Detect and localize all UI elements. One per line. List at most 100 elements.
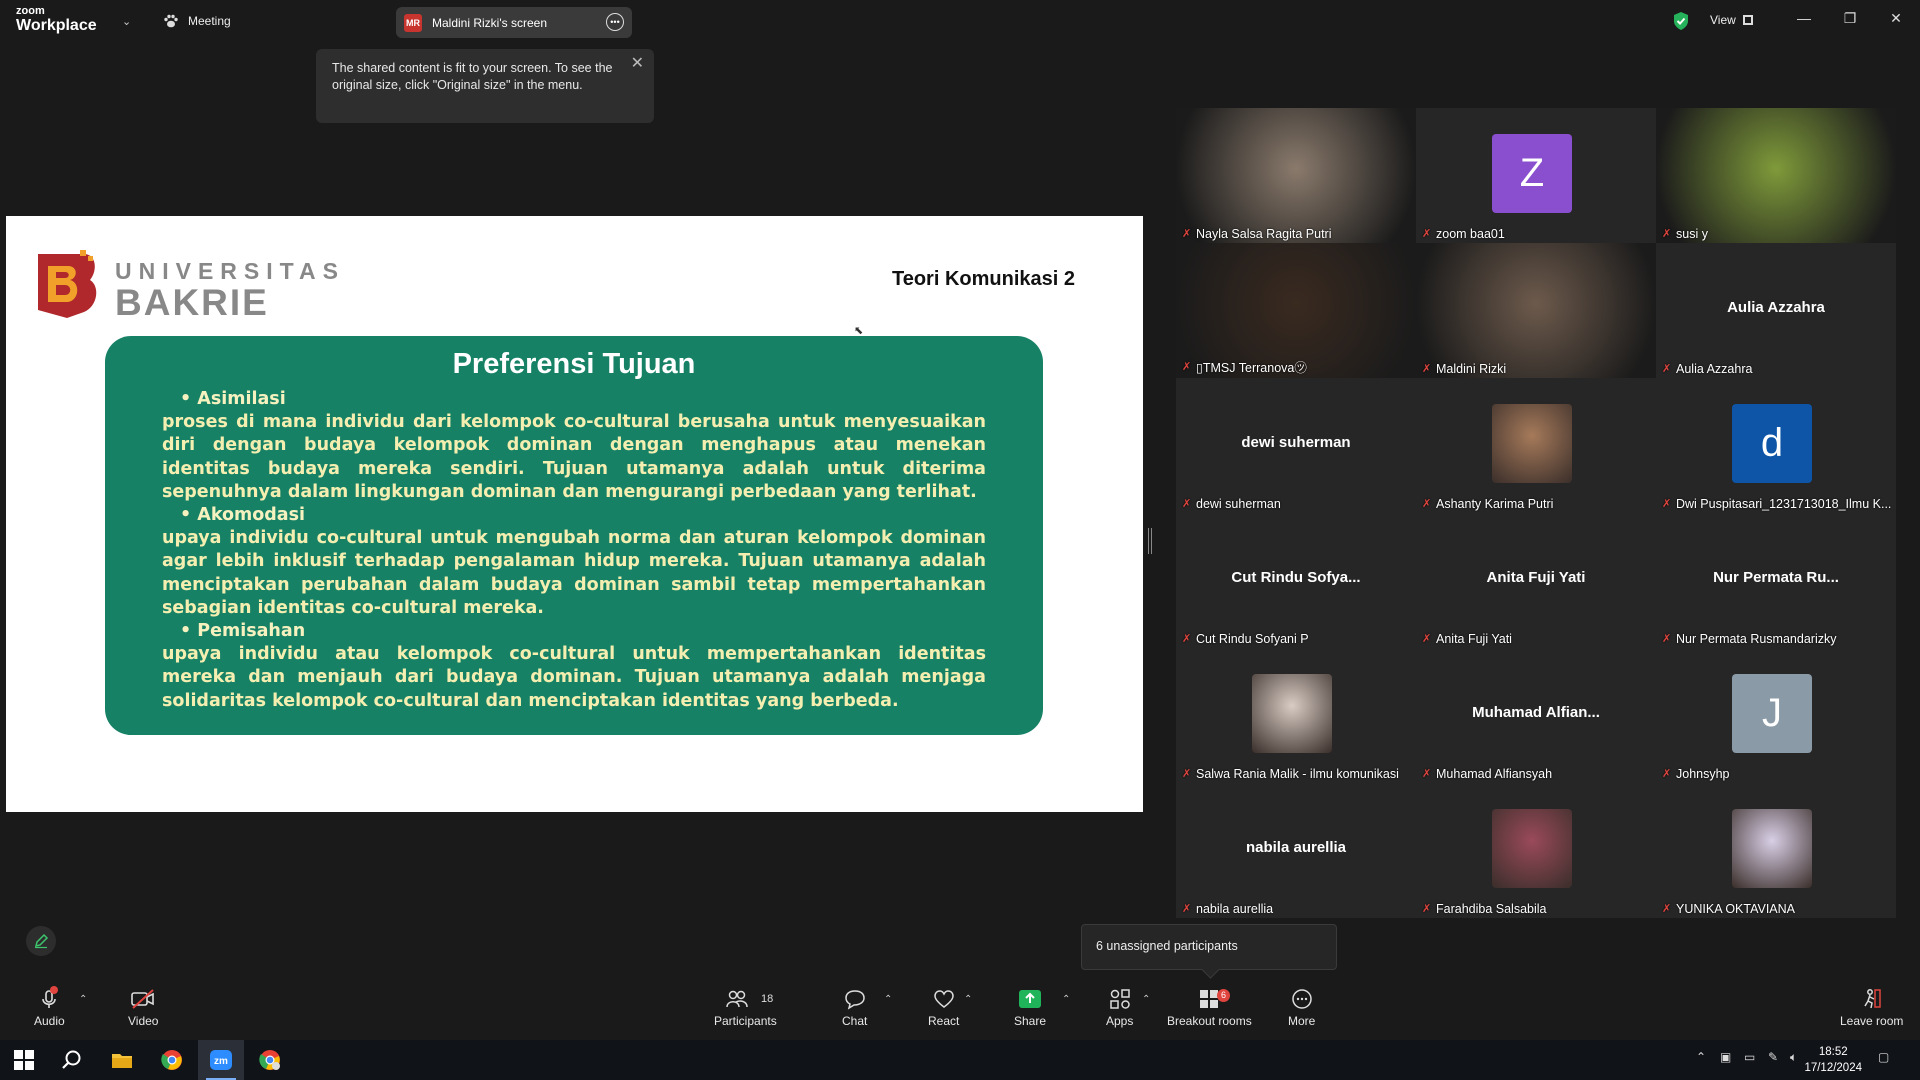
muted-mic-icon: ✗	[1422, 498, 1432, 510]
grid-view-icon	[1742, 15, 1753, 25]
participant-tile[interactable]: Cut Rindu Sofya... ✗ Cut Rindu Sofyani P	[1176, 513, 1416, 648]
meeting-label: Meeting	[188, 14, 231, 28]
brand-bottom-text: Workplace	[16, 17, 97, 34]
heart-icon	[933, 990, 954, 1008]
participant-name-tag: ✗ susi y	[1662, 227, 1708, 241]
restore-icon[interactable]: ❐	[1840, 10, 1860, 27]
participant-tile[interactable]: ✗ Farahdiba Salsabila	[1416, 783, 1656, 918]
security-shield-icon[interactable]	[1672, 11, 1690, 31]
participant-name: Dwi Puspitasari_1231713018_Ilmu K...	[1676, 497, 1892, 511]
react-label: React	[928, 1014, 960, 1028]
participant-tile[interactable]: Anita Fuji Yati ✗ Anita Fuji Yati	[1416, 513, 1656, 648]
chevron-down-icon[interactable]: ⌄	[122, 15, 131, 28]
breakout-badge: 6	[1217, 989, 1230, 1002]
close-icon[interactable]: ✕	[631, 55, 644, 72]
participant-tile[interactable]: ✗ YUNIKA OKTAVIANA	[1656, 783, 1896, 918]
participant-tile[interactable]: ✗ susi y	[1656, 108, 1896, 243]
volume-icon[interactable]: 🔈︎	[1790, 1050, 1797, 1065]
react-options-caret[interactable]: ⌃	[964, 994, 972, 1005]
participant-tile[interactable]: ✗ Ashanty Karima Putri	[1416, 378, 1656, 513]
participant-tile[interactable]: ✗ Nayla Salsa Ragita Putri	[1176, 108, 1416, 243]
participant-display-name: Cut Rindu Sofya...	[1231, 569, 1361, 586]
react-button[interactable]: React	[928, 988, 959, 1028]
initial-avatar: d	[1732, 404, 1812, 483]
participant-name-tag: ✗ Dwi Puspitasari_1231713018_Ilmu K...	[1662, 497, 1891, 511]
more-button[interactable]: More	[1288, 988, 1315, 1028]
section-title: • Asimilasi	[180, 389, 286, 409]
participant-tile[interactable]: Aulia Azzahra ✗ Aulia Azzahra	[1656, 243, 1896, 378]
meeting-info-button[interactable]: Meeting	[162, 12, 231, 30]
participant-tile[interactable]: J ✗ Johnsyhp	[1656, 648, 1896, 783]
share-screen-icon	[1019, 990, 1042, 1008]
participant-name: Nur Permata Rusmandarizky	[1676, 632, 1837, 646]
annotate-pencil-icon[interactable]	[26, 926, 56, 956]
participant-name-tag: ✗ Cut Rindu Sofyani P	[1182, 632, 1309, 646]
audio-button[interactable]: Audio	[34, 988, 65, 1028]
unassigned-participants-popup[interactable]: 6 unassigned participants	[1081, 924, 1337, 970]
muted-mic-icon: ✗	[1422, 768, 1432, 780]
content-card: Preferensi Tujuan • Asimilasi proses di …	[105, 336, 1043, 735]
tray-chevron-icon[interactable]: ⌃	[1696, 1050, 1706, 1064]
camera-tray-icon[interactable]: ▣	[1720, 1050, 1731, 1064]
participant-tile[interactable]: ✗ Maldini Rizki	[1416, 243, 1656, 378]
zoom-taskbar-item[interactable]: zm	[198, 1040, 244, 1080]
participant-tile[interactable]: Z ✗ zoom baa01	[1416, 108, 1656, 243]
zoom-workplace-logo[interactable]: zoom Workplace	[16, 6, 97, 34]
participant-name-tag: ✗ Maldini Rizki	[1422, 362, 1506, 376]
screen-share-indicator[interactable]: MR Maldini Rizki's screen •••	[396, 7, 632, 38]
participant-tile[interactable]: Muhamad Alfian... ✗ Muhamad Alfiansyah	[1416, 648, 1656, 783]
initial-avatar: J	[1732, 674, 1812, 753]
meeting-toolbar: Audio ⌃ Video Participants 18 Chat ⌃ Rea…	[0, 980, 1920, 1040]
brand-top-text: zoom	[16, 5, 45, 17]
participant-name-tag: ✗ Ashanty Karima Putri	[1422, 497, 1553, 511]
apps-options-caret[interactable]: ⌃	[1142, 994, 1150, 1005]
share-options-caret[interactable]: ⌃	[1062, 994, 1070, 1005]
audio-options-caret[interactable]: ⌃	[79, 994, 87, 1005]
resize-handle[interactable]	[1148, 528, 1152, 554]
search-icon[interactable]	[60, 1048, 84, 1072]
chat-button[interactable]: Chat	[842, 988, 867, 1028]
participant-tile[interactable]: ✗ Salwa Rania Malik - ilmu komunikasi	[1176, 648, 1416, 783]
participant-name: zoom baa01	[1436, 227, 1505, 241]
course-title: Teori Komunikasi 2	[891, 268, 1075, 290]
participant-tile[interactable]: d ✗ Dwi Puspitasari_1231713018_Ilmu K...	[1656, 378, 1896, 513]
participant-name-tag: ✗ ▯TMSJ Terranova㋡	[1182, 357, 1307, 376]
participant-tile[interactable]: Nur Permata Ru... ✗ Nur Permata Rusmandari…	[1656, 513, 1896, 648]
chrome-icon[interactable]	[160, 1048, 184, 1072]
leave-room-button[interactable]: Leave room	[1840, 988, 1903, 1028]
apps-button[interactable]: Apps	[1106, 988, 1133, 1028]
network-icon[interactable]: ▭	[1744, 1050, 1755, 1064]
system-clock[interactable]: 18:52 17/12/2024	[1804, 1044, 1862, 1076]
more-label: More	[1288, 1014, 1316, 1028]
muted-mic-icon: ✗	[1182, 360, 1192, 373]
more-options-icon[interactable]: •••	[606, 13, 624, 31]
video-off-icon	[131, 989, 155, 1009]
file-explorer-icon[interactable]	[110, 1048, 134, 1072]
share-button[interactable]: Share	[1014, 988, 1046, 1028]
chrome-profile-icon[interactable]	[258, 1048, 282, 1072]
close-window-icon[interactable]: ✕	[1886, 10, 1906, 27]
breakout-rooms-button[interactable]: Breakout rooms	[1167, 988, 1252, 1028]
video-button[interactable]: Video	[128, 988, 158, 1028]
participant-name: Salwa Rania Malik - ilmu komunikasi	[1196, 767, 1399, 781]
minimize-icon[interactable]: —	[1794, 10, 1814, 26]
chat-label: Chat	[842, 1014, 868, 1028]
notifications-icon[interactable]: ▢	[1878, 1050, 1889, 1064]
slide-body: • Asimilasi proses di mana individu dari…	[162, 388, 986, 713]
participant-name: nabila aurellia	[1196, 902, 1274, 916]
windows-taskbar: zm ⌃ ▣ ▭ ✎ 🔈︎ 18:52 17/12/2024 ▢	[0, 1040, 1920, 1080]
participant-name-tag: ✗ YUNIKA OKTAVIANA	[1662, 902, 1795, 916]
view-button[interactable]: View	[1710, 13, 1753, 27]
participant-tile[interactable]: dewi suherman ✗ dewi suherman	[1176, 378, 1416, 513]
windows-start-icon[interactable]	[12, 1048, 36, 1072]
pen-tray-icon[interactable]: ✎	[1768, 1050, 1778, 1064]
chat-options-caret[interactable]: ⌃	[884, 994, 892, 1005]
participant-name: susi y	[1676, 227, 1708, 241]
participant-tile[interactable]: nabila aurellia ✗ nabila aurellia	[1176, 783, 1416, 918]
participant-name: Ashanty Karima Putri	[1436, 497, 1554, 511]
muted-mic-icon: ✗	[1662, 903, 1672, 915]
participant-tile[interactable]: ✗ ▯TMSJ Terranova㋡	[1176, 243, 1416, 378]
participant-name-tag: ✗ Nayla Salsa Ragita Putri	[1182, 227, 1331, 241]
participant-name: Nayla Salsa Ragita Putri	[1196, 227, 1332, 241]
participant-name: Anita Fuji Yati	[1436, 632, 1512, 646]
